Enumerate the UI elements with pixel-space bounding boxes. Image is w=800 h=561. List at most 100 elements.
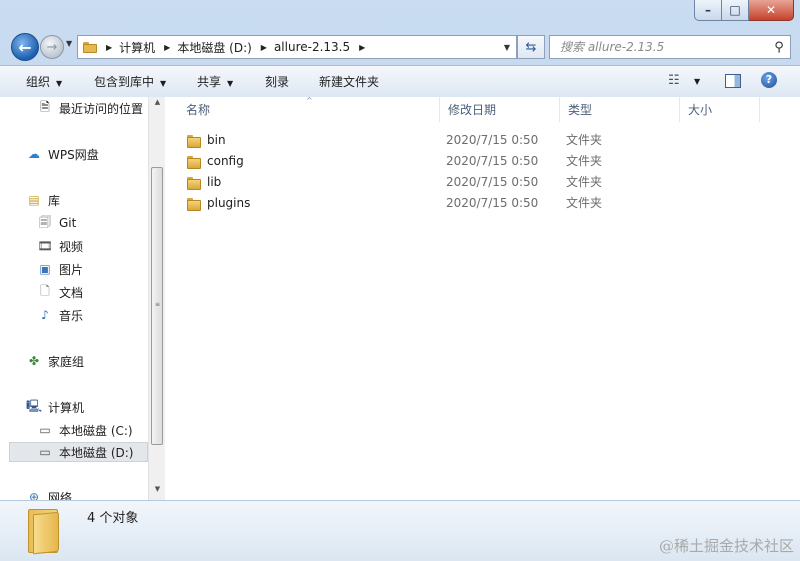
breadcrumb-allure[interactable]: allure-2.13.5 <box>274 40 350 54</box>
chevron-right-icon[interactable]: ▶ <box>106 43 112 52</box>
new-folder-button[interactable]: 新建文件夹 <box>319 73 379 90</box>
command-bar: 组织 ▼ 包含到库中 ▼ 共享 ▼ 刻录 新建文件夹 ☷ ▼ ? <box>0 65 800 98</box>
close-icon: ✕ <box>765 3 777 17</box>
burn-label: 刻录 <box>265 75 290 89</box>
sidebar-item-pictures[interactable]: ▣ 图片 <box>37 259 83 279</box>
column-header-date[interactable]: 修改日期 <box>440 97 560 122</box>
file-type: 文件夹 <box>566 196 603 210</box>
back-button[interactable]: ← <box>11 33 39 61</box>
sidebar-item-drive-d[interactable]: ▭ 本地磁盘 (D:) <box>9 442 148 462</box>
navigation-scrollbar[interactable]: ▲ ≡ ▼ <box>148 97 165 500</box>
picture-icon: ▣ <box>39 262 51 276</box>
folder-icon <box>186 155 202 169</box>
item-count: 4 个对象 <box>87 511 139 526</box>
chevron-down-icon[interactable]: ▼ <box>694 77 700 86</box>
file-type: 文件夹 <box>566 154 603 168</box>
file-date: 2020/7/15 0:50 <box>446 175 539 189</box>
sidebar-item-git[interactable]: 🗐 Git <box>37 213 76 233</box>
details-pane: 4 个对象 @稀土掘金技术社区 <box>0 500 800 561</box>
column-type-label: 类型 <box>568 103 593 117</box>
recent-pages-dropdown[interactable]: ▼ <box>66 39 72 48</box>
back-arrow-icon: ← <box>18 37 32 57</box>
sidebar-item-label: 网络 <box>48 490 73 501</box>
chevron-right-icon[interactable]: ▶ <box>359 43 365 52</box>
column-header-type[interactable]: 类型 <box>560 97 680 122</box>
forward-arrow-icon: → <box>46 39 58 55</box>
video-icon: 🎞 <box>37 239 53 253</box>
sidebar-item-label: 最近访问的位置 <box>59 101 144 116</box>
share-label: 共享 <box>197 75 222 89</box>
address-dropdown[interactable]: ▼ <box>504 43 510 52</box>
title-bar: – □ ✕ <box>0 0 800 28</box>
table-row[interactable]: config 2020/7/15 0:50 文件夹 <box>166 151 800 172</box>
sidebar-item-wps-cloud[interactable]: ☁ WPS网盘 <box>26 144 99 164</box>
breadcrumb-drive-d[interactable]: 本地磁盘 (D:) <box>177 39 251 56</box>
sidebar-item-recent-places[interactable]: 🗎 最近访问的位置 <box>37 98 143 118</box>
help-icon[interactable]: ? <box>761 72 777 88</box>
scrollbar-thumb[interactable]: ≡ <box>151 167 163 445</box>
column-header-name[interactable]: 名称 <box>178 97 440 122</box>
address-bar[interactable]: ▶ 计算机 ▶ 本地磁盘 (D:) ▶ allure-2.13.5 ▶ ▼ <box>77 35 517 59</box>
refresh-button[interactable]: ⇆ <box>517 35 545 59</box>
folder-icon <box>26 509 60 555</box>
file-date: 2020/7/15 0:50 <box>446 133 539 147</box>
chevron-down-icon: ▼ <box>227 79 234 88</box>
sidebar-item-computer[interactable]: 🖳 计算机 <box>26 397 84 417</box>
file-name: bin <box>207 133 226 147</box>
organize-label: 组织 <box>26 75 51 89</box>
explorer-window: – □ ✕ ← → ▼ ▶ 计算机 ▶ 本地磁盘 (D:) ▶ allure-2… <box>0 0 800 561</box>
preview-pane-icon[interactable] <box>725 74 741 88</box>
sidebar-item-homegroup[interactable]: ✤ 家庭组 <box>26 351 84 371</box>
sidebar-item-label: 本地磁盘 (C:) <box>59 423 133 438</box>
organize-menu[interactable]: 组织 ▼ <box>26 73 62 90</box>
column-date-label: 修改日期 <box>448 103 497 117</box>
scroll-down-icon[interactable]: ▼ <box>149 485 166 493</box>
table-row[interactable]: lib 2020/7/15 0:50 文件夹 <box>166 172 800 193</box>
table-row[interactable]: bin 2020/7/15 0:50 文件夹 <box>166 130 800 151</box>
homegroup-icon: ✤ <box>28 354 40 368</box>
watermark: @稀土掘金技术社区 <box>658 537 794 555</box>
sidebar-item-label: WPS网盘 <box>48 147 99 162</box>
burn-button[interactable]: 刻录 <box>265 73 289 90</box>
new-folder-label: 新建文件夹 <box>319 75 380 89</box>
cloud-icon: ☁ <box>28 147 40 161</box>
forward-button[interactable]: → <box>40 35 64 59</box>
search-icon[interactable]: ⚲ <box>768 40 790 55</box>
maximize-button[interactable]: □ <box>722 0 749 21</box>
breadcrumb-computer[interactable]: 计算机 <box>119 39 155 56</box>
maximize-icon: □ <box>729 3 741 17</box>
file-date: 2020/7/15 0:50 <box>446 154 539 168</box>
file-name: config <box>207 154 244 168</box>
file-name-cell: lib <box>186 172 221 193</box>
file-name-cell: bin <box>186 130 226 151</box>
chevron-right-icon[interactable]: ▶ <box>164 43 170 52</box>
chevron-down-icon: ▼ <box>160 79 167 88</box>
folder-icon <box>186 176 202 190</box>
sidebar-item-label: 本地磁盘 (D:) <box>59 445 134 460</box>
chevron-right-icon[interactable]: ▶ <box>261 43 267 52</box>
sidebar-item-label: 库 <box>48 193 61 208</box>
include-in-library-menu[interactable]: 包含到库中 ▼ <box>94 73 166 90</box>
column-header-size[interactable]: 大小 <box>680 97 760 122</box>
grip-icon: ≡ <box>155 301 161 308</box>
close-button[interactable]: ✕ <box>749 0 794 21</box>
chevron-down-icon: ▼ <box>56 79 63 88</box>
folder-icon <box>83 41 97 53</box>
minimize-button[interactable]: – <box>694 0 722 21</box>
share-menu[interactable]: 共享 ▼ <box>197 73 233 90</box>
column-name-label: 名称 <box>186 103 211 117</box>
sidebar-item-documents[interactable]: 🗋 文档 <box>37 282 83 302</box>
sidebar-item-videos[interactable]: 🎞 视频 <box>37 236 83 256</box>
content-area: 🗎 最近访问的位置 ☁ WPS网盘 ▤ 库 🗐 Git 🎞 视频 ▣ 图片 🗋 文档 ♪ 音乐 <box>0 96 800 500</box>
sidebar-item-music[interactable]: ♪ 音乐 <box>37 305 83 325</box>
table-row[interactable]: plugins 2020/7/15 0:50 文件夹 <box>166 193 800 214</box>
sidebar-item-drive-c[interactable]: ▭ 本地磁盘 (C:) <box>37 420 133 440</box>
sidebar-item-network[interactable]: ⊕ 网络 <box>26 487 72 500</box>
scroll-up-icon[interactable]: ▲ <box>149 98 166 106</box>
network-icon: ⊕ <box>28 490 40 500</box>
document-icon: 🗋 <box>40 283 50 298</box>
sidebar-item-libraries[interactable]: ▤ 库 <box>26 190 60 210</box>
search-input[interactable] <box>558 39 768 55</box>
sidebar-item-label: 文档 <box>59 285 84 300</box>
view-options-icon[interactable]: ☷ <box>668 73 680 88</box>
